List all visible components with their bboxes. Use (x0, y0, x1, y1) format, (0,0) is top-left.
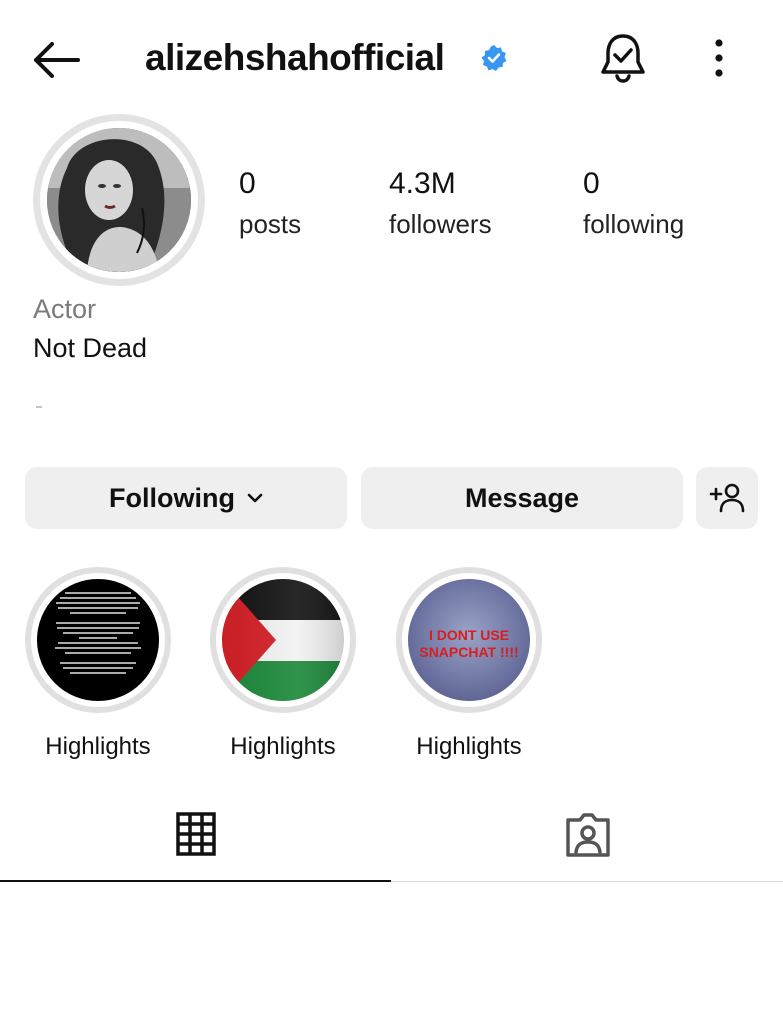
back-button[interactable] (30, 38, 82, 82)
message-button-label: Message (464, 482, 580, 513)
tagged-icon (566, 813, 610, 857)
bio-divider (36, 406, 42, 408)
profile-avatar[interactable] (33, 114, 205, 286)
profile-category: Actor (33, 294, 97, 324)
chevron-down-icon (247, 493, 263, 503)
highlight-item[interactable]: Highlights (209, 567, 357, 761)
profile-bio: Not Dead (33, 333, 148, 363)
following-count: 0 (583, 167, 600, 200)
more-options-icon (715, 39, 723, 77)
verified-badge-icon (480, 44, 508, 72)
suggested-users-button[interactable] (696, 467, 758, 529)
profile-username: alizehshahofficial (145, 37, 445, 78)
posts-label: posts (239, 209, 302, 239)
back-arrow-icon (34, 42, 80, 78)
highlight-ring (25, 567, 171, 713)
message-button[interactable]: Message (361, 467, 683, 529)
highlight-label: Highlights (416, 733, 522, 760)
grid-icon (176, 812, 216, 856)
more-options-button[interactable] (705, 37, 733, 79)
tab-divider (391, 881, 783, 882)
stat-posts[interactable]: 0 posts (239, 166, 301, 242)
tab-posts-grid[interactable] (176, 812, 216, 856)
highlight-ring: I DONT USE SNAPCHAT !!!! (396, 567, 542, 713)
following-button-label: Following (109, 482, 235, 513)
following-label: following (583, 209, 685, 239)
tab-tagged[interactable] (562, 812, 614, 858)
palestine-flag-image (222, 579, 344, 701)
highlight-cover-text-note (37, 579, 159, 701)
highlight-cover-text: I DONT USE SNAPCHAT !!!! (408, 579, 530, 701)
active-tab-indicator (0, 880, 391, 882)
following-button[interactable]: Following (25, 467, 347, 529)
notifications-button[interactable] (598, 32, 648, 84)
highlight-item[interactable]: Highlights (24, 567, 172, 761)
followers-label: followers (389, 209, 492, 239)
highlight-cover-caption: I DONT USE SNAPCHAT !!!! (419, 627, 519, 660)
highlight-label: Highlights (45, 733, 151, 760)
followers-count: 4.3M (389, 167, 456, 200)
highlight-ring (210, 567, 356, 713)
stat-followers[interactable]: 4.3M followers (389, 166, 492, 242)
highlight-label: Highlights (230, 733, 336, 760)
notification-bell-icon (601, 34, 645, 83)
stat-following[interactable]: 0 following (583, 166, 684, 242)
avatar-photo (47, 128, 191, 272)
highlight-item[interactable]: I DONT USE SNAPCHAT !!!! Highlights (395, 567, 543, 761)
posts-count: 0 (239, 167, 256, 200)
add-person-icon (709, 483, 745, 513)
